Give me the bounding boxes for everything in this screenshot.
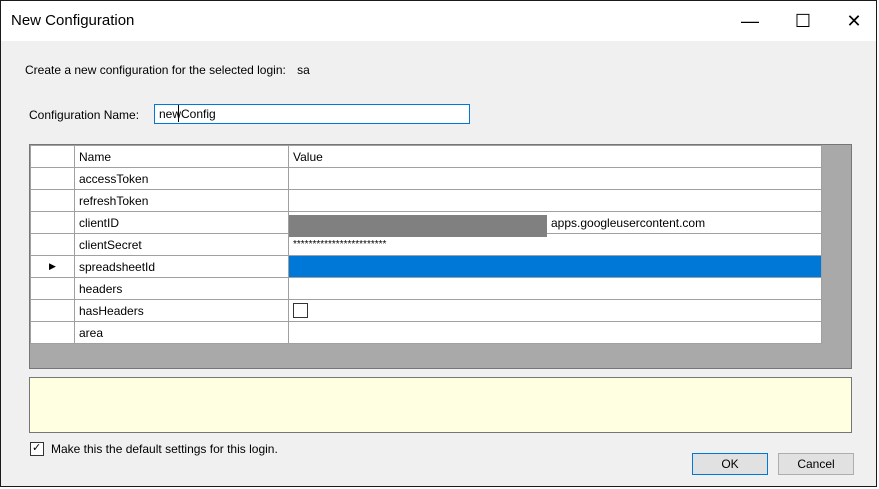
property-grid[interactable]: Name Value accessToken refreshToken clie… xyxy=(29,144,852,369)
row-name: hasHeaders xyxy=(74,299,289,322)
default-settings-option[interactable]: ✓ Make this the default settings for thi… xyxy=(30,442,278,456)
maximize-button[interactable]: ☐ xyxy=(780,1,826,41)
row-header[interactable] xyxy=(30,233,75,256)
row-name: headers xyxy=(74,277,289,300)
default-settings-label: Make this the default settings for this … xyxy=(51,442,278,456)
close-button[interactable]: ✕ xyxy=(831,1,877,41)
minimize-button[interactable]: — xyxy=(727,1,773,41)
table-row[interactable]: ▶ spreadsheetId xyxy=(30,255,822,278)
row-name: clientSecret xyxy=(74,233,289,256)
row-value[interactable] xyxy=(288,299,822,322)
row-value[interactable] xyxy=(288,255,822,278)
row-header[interactable] xyxy=(30,299,75,322)
table-row[interactable]: headers xyxy=(30,277,822,300)
row-value[interactable] xyxy=(288,167,822,190)
has-headers-checkbox[interactable] xyxy=(293,303,308,319)
window-title: New Configuration xyxy=(11,12,135,29)
row-header[interactable] xyxy=(30,277,75,300)
row-header[interactable] xyxy=(30,167,75,190)
column-header-name[interactable]: Name xyxy=(74,145,289,168)
row-header[interactable] xyxy=(30,189,75,212)
row-header[interactable] xyxy=(30,321,75,344)
table-row[interactable]: accessToken xyxy=(30,167,822,190)
row-value[interactable] xyxy=(288,189,822,212)
table-row[interactable]: hasHeaders xyxy=(30,299,822,322)
row-header[interactable]: ▶ xyxy=(30,255,75,278)
property-table: Name Value accessToken refreshToken clie… xyxy=(30,145,822,344)
table-row[interactable]: area xyxy=(30,321,822,344)
checkmark-icon: ✓ xyxy=(32,442,42,454)
login-name: sa xyxy=(297,63,310,77)
configuration-name-label: Configuration Name: xyxy=(29,108,140,122)
column-header-value[interactable]: Value xyxy=(288,145,822,168)
configuration-name-input[interactable] xyxy=(154,104,470,124)
row-name: accessToken xyxy=(74,167,289,190)
redacted-client-id xyxy=(289,215,547,237)
row-name: clientID xyxy=(74,211,289,234)
row-header[interactable] xyxy=(30,211,75,234)
table-row[interactable]: refreshToken xyxy=(30,189,822,212)
prompt-text: Create a new configuration for the selec… xyxy=(25,63,310,77)
row-value[interactable] xyxy=(288,277,822,300)
description-panel xyxy=(29,377,852,433)
cancel-button[interactable]: Cancel xyxy=(778,453,854,475)
row-value[interactable] xyxy=(288,321,822,344)
row-name: spreadsheetId xyxy=(74,255,289,278)
title-bar: New Configuration — ☐ ✕ xyxy=(1,1,876,41)
prompt-label: Create a new configuration for the selec… xyxy=(25,63,286,77)
default-settings-checkbox[interactable]: ✓ xyxy=(30,442,44,456)
dialog-window: New Configuration — ☐ ✕ Create a new con… xyxy=(0,0,877,487)
row-header-corner xyxy=(30,145,75,168)
text-cursor xyxy=(178,105,179,122)
row-name: refreshToken xyxy=(74,189,289,212)
row-name: area xyxy=(74,321,289,344)
ok-button[interactable]: OK xyxy=(692,453,768,475)
